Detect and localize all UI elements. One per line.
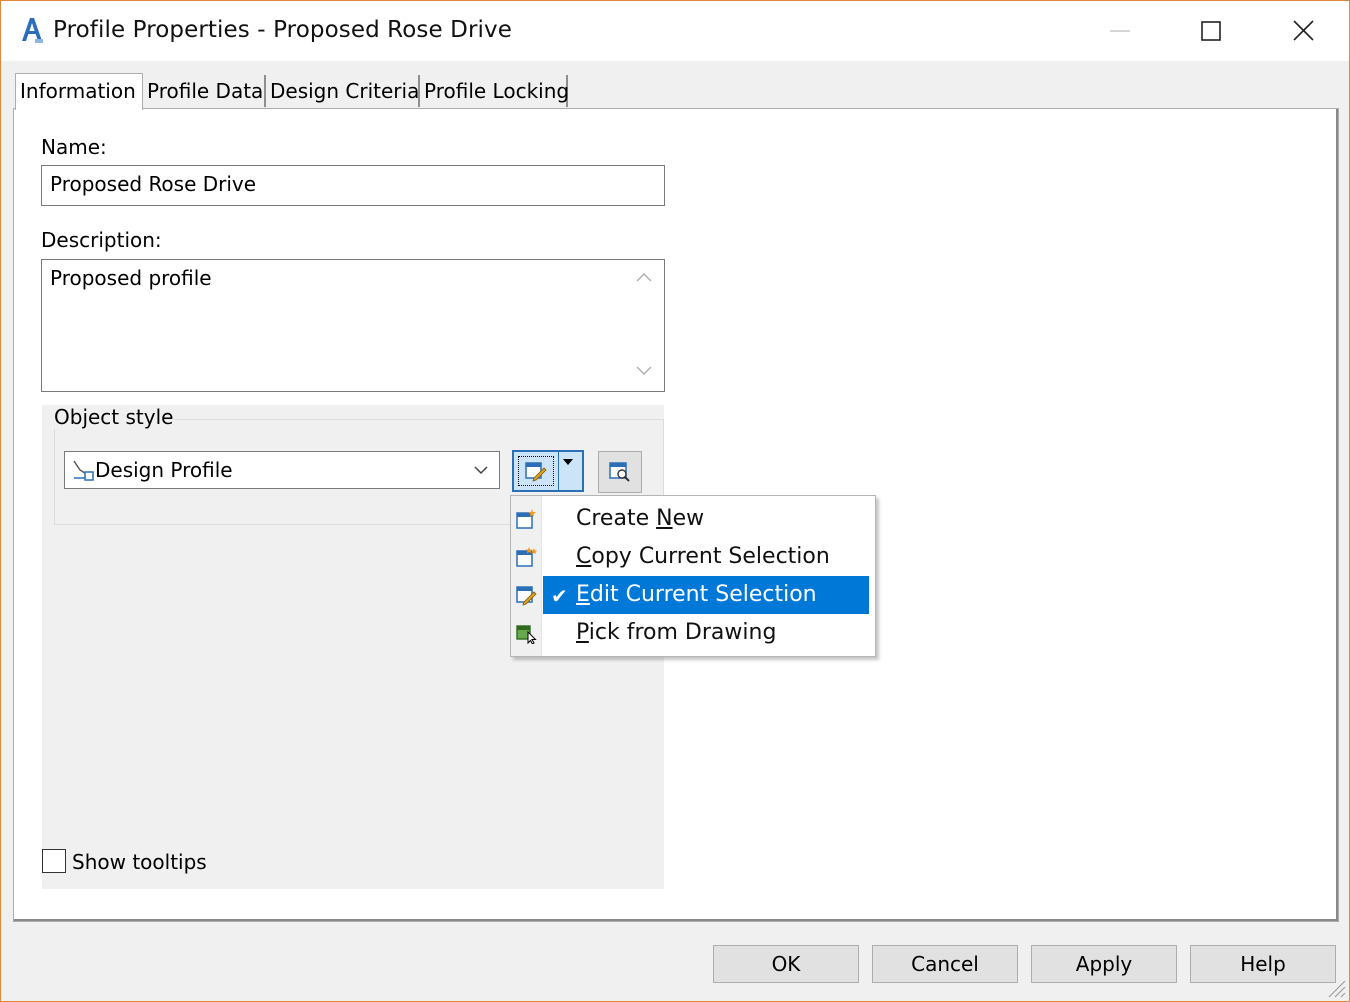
apply-button[interactable]: Apply bbox=[1031, 945, 1177, 983]
chevron-down-icon[interactable] bbox=[473, 464, 489, 476]
object-style-label: Object style bbox=[52, 405, 176, 429]
ok-button[interactable]: OK bbox=[713, 945, 859, 983]
show-tooltips-label: Show tooltips bbox=[72, 850, 207, 874]
edit-style-icon bbox=[516, 586, 537, 606]
title-bar: Profile Properties - Proposed Rose Drive bbox=[1, 1, 1349, 61]
scroll-down-icon[interactable] bbox=[636, 366, 652, 376]
description-label: Description: bbox=[41, 228, 162, 252]
resize-grip-icon[interactable] bbox=[1323, 975, 1347, 999]
style-edit-split-button[interactable] bbox=[512, 450, 584, 492]
tab-profile-data[interactable]: Profile Data bbox=[143, 75, 266, 107]
profile-style-icon bbox=[73, 460, 94, 481]
tab-design-criteria[interactable]: Design Criteria bbox=[266, 75, 420, 107]
edit-style-button[interactable] bbox=[514, 452, 559, 490]
name-field[interactable]: Proposed Rose Drive bbox=[41, 165, 665, 206]
name-label: Name: bbox=[41, 135, 107, 159]
cancel-button[interactable]: Cancel bbox=[872, 945, 1018, 983]
help-button[interactable]: Help bbox=[1190, 945, 1336, 983]
menu-item-create-new[interactable]: Create New bbox=[511, 500, 875, 538]
maximize-icon[interactable] bbox=[1189, 13, 1235, 49]
style-preview-icon bbox=[609, 462, 630, 482]
description-field-value: Proposed profile bbox=[50, 266, 212, 290]
pick-from-drawing-icon bbox=[516, 625, 537, 644]
tab-profile-locking[interactable]: Profile Locking bbox=[420, 75, 569, 107]
menu-item-copy-current-selection[interactable]: Copy Current Selection bbox=[511, 538, 875, 576]
object-style-combo[interactable]: Design Profile bbox=[64, 451, 500, 489]
dropdown-arrow-icon[interactable] bbox=[562, 458, 574, 466]
menu-item-edit-current-selection[interactable]: ✔ Edit Current Selection bbox=[511, 576, 875, 614]
menu-item-label: Create New bbox=[576, 506, 705, 531]
autocad-civil3d-icon bbox=[22, 18, 43, 43]
edit-style-icon bbox=[525, 462, 547, 482]
menu-item-label: Edit Current Selection bbox=[576, 582, 817, 607]
menu-item-label: Pick from Drawing bbox=[576, 620, 777, 645]
description-field[interactable]: Proposed profile bbox=[41, 259, 665, 392]
browse-style-button[interactable] bbox=[598, 451, 642, 493]
object-style-value: Design Profile bbox=[95, 458, 233, 482]
create-new-style-icon bbox=[516, 509, 536, 529]
scroll-up-icon[interactable] bbox=[636, 272, 652, 282]
show-tooltips-checkbox[interactable] bbox=[42, 849, 66, 873]
menu-item-label: Copy Current Selection bbox=[576, 544, 830, 569]
close-icon[interactable] bbox=[1281, 13, 1327, 49]
window-title: Profile Properties - Proposed Rose Drive bbox=[53, 17, 512, 43]
name-field-value: Proposed Rose Drive bbox=[50, 172, 257, 196]
minimize-icon[interactable] bbox=[1097, 13, 1143, 49]
checkmark-icon: ✔ bbox=[551, 586, 568, 608]
profile-properties-dialog: Profile Properties - Proposed Rose Drive… bbox=[0, 0, 1350, 1002]
copy-style-icon bbox=[516, 547, 537, 567]
tab-information[interactable]: Information bbox=[15, 73, 143, 110]
focus-rect bbox=[518, 456, 554, 486]
menu-item-pick-from-drawing[interactable]: Pick from Drawing bbox=[511, 614, 875, 652]
style-options-menu: Create New Copy Current Selection ✔ Edit… bbox=[510, 495, 876, 657]
